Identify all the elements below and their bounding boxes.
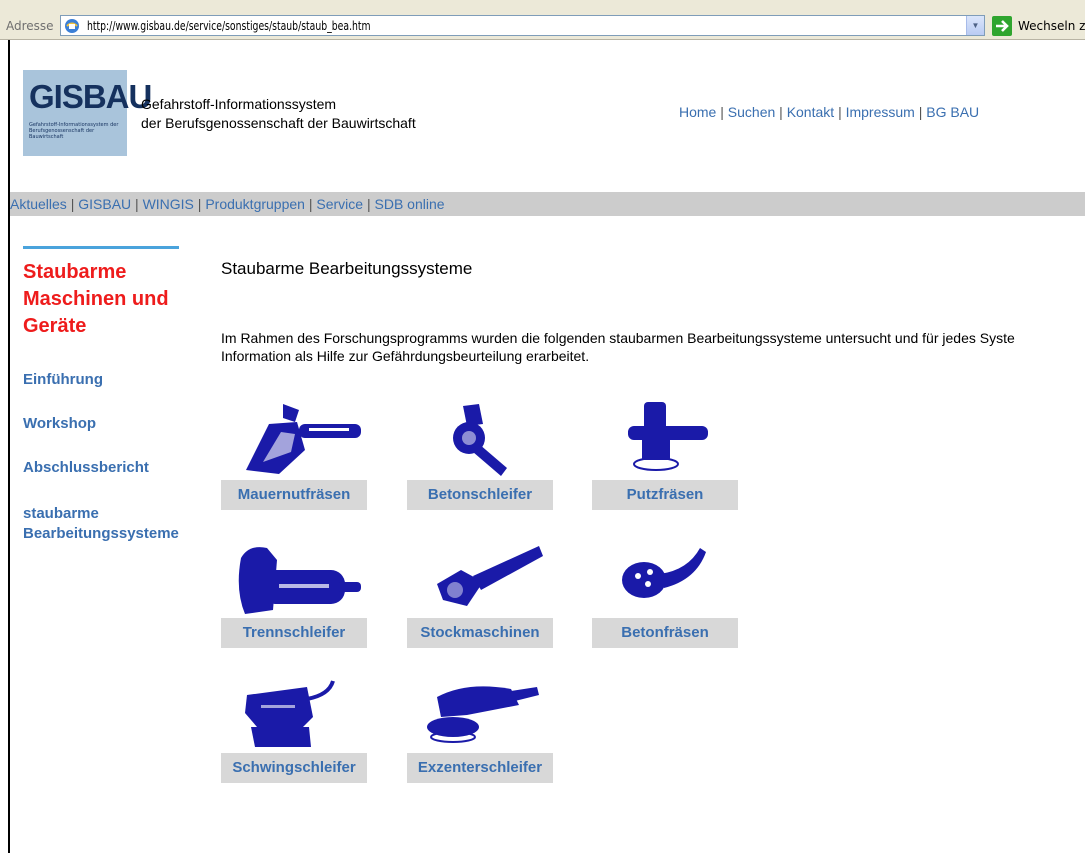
go-button-label[interactable]: Wechseln z [1018, 19, 1085, 33]
separator: | [70, 196, 75, 212]
top-nav: Home | Suchen | Kontakt | Impressum | BG… [679, 104, 979, 120]
main-nav-service[interactable]: Service [316, 196, 363, 212]
eccentric-sander-icon [427, 686, 539, 743]
tool-label[interactable]: Mauernutfräsen [221, 480, 367, 510]
separator: | [918, 104, 923, 120]
separator: | [720, 104, 724, 120]
tool-trennschleifer[interactable]: Trennschleifer [221, 540, 367, 648]
tool-label[interactable]: Exzenterschleifer [407, 753, 553, 783]
tool-putzfraesen[interactable]: Putzfräsen [592, 402, 738, 510]
nav-bgbau-link[interactable]: BG BAU [926, 104, 979, 120]
main-nav-bar: Aktuelles | GISBAU | WINGIS | Produktgru… [10, 192, 1085, 216]
tool-label[interactable]: Betonschleifer [407, 480, 553, 510]
plaster-mill-icon [628, 402, 708, 471]
gisbau-logo[interactable]: GISBAU Gefahrstoff-Informationssystem de… [23, 70, 152, 156]
nav-home-link[interactable]: Home [679, 104, 716, 120]
address-input[interactable]: http://www.gisbau.de/service/sonstiges/s… [60, 15, 985, 36]
page-title: Staubarme Bearbeitungssysteme [221, 259, 473, 278]
nav-imprint-link[interactable]: Impressum [846, 104, 915, 120]
main-nav-links: Aktuelles | GISBAU | WINGIS | Produktgru… [10, 196, 445, 212]
site-title: Gefahrstoff-Informationssystem der Beruf… [141, 95, 416, 133]
nav-search-link[interactable]: Suchen [728, 104, 775, 120]
sidebar-item-workshop[interactable]: Workshop [23, 415, 96, 432]
separator: | [779, 104, 783, 120]
main-nav-gisbau[interactable]: GISBAU [78, 196, 131, 212]
tool-betonschleifer[interactable]: Betonschleifer [407, 402, 553, 510]
address-url[interactable]: http://www.gisbau.de/service/sonstiges/s… [87, 19, 371, 33]
tool-label[interactable]: Betonfräsen [592, 618, 738, 648]
sidebar-item-bearbeitungssysteme[interactable]: staubarme Bearbeitungssysteme [23, 504, 193, 544]
site-title-line-1: Gefahrstoff-Informationssystem [141, 96, 337, 112]
go-arrow-icon[interactable] [992, 16, 1012, 36]
sidebar-item-einfuehrung[interactable]: Einführung [23, 371, 103, 388]
ie-page-icon [65, 19, 79, 33]
concrete-grinder-icon [453, 404, 507, 476]
concrete-mill-icon [622, 548, 706, 598]
main-nav-produktgruppen[interactable]: Produktgruppen [205, 196, 305, 212]
logo-text: GISBAU [29, 78, 152, 115]
sidebar-divider [23, 246, 179, 249]
bush-hammer-icon [437, 546, 543, 606]
address-label: Adresse [6, 19, 54, 33]
tool-schwingschleifer[interactable]: Schwingschleifer [221, 675, 367, 783]
intro-line-1: Im Rahmen des Forschungsprogramms wurden… [221, 330, 1015, 346]
browser-address-bar: Adresse http://www.gisbau.de/service/son… [0, 0, 1085, 40]
separator: | [838, 104, 842, 120]
separator: | [197, 196, 202, 212]
nav-contact-link[interactable]: Kontakt [787, 104, 834, 120]
tool-betonfraesen[interactable]: Betonfräsen [592, 540, 738, 648]
tool-label[interactable]: Trennschleifer [221, 618, 367, 648]
intro-text: Im Rahmen des Forschungsprogramms wurden… [221, 329, 1085, 365]
site-title-line-2: der Berufsgenossenschaft der Bauwirtscha… [141, 115, 416, 131]
separator: | [308, 196, 313, 212]
sidebar-item-abschlussbericht[interactable]: Abschlussbericht [23, 459, 149, 476]
chevron-down-icon[interactable]: ▼ [966, 16, 984, 35]
main-nav-wingis[interactable]: WINGIS [143, 196, 194, 212]
intro-line-2: Information als Hilfe zur Gefährdungsbeu… [221, 348, 590, 364]
separator: | [366, 196, 371, 212]
sidebar-heading: Staubarme Maschinen und Geräte [23, 261, 169, 337]
tool-label[interactable]: Schwingschleifer [221, 753, 367, 783]
tool-label[interactable]: Stockmaschinen [407, 618, 553, 648]
tool-stockmaschinen[interactable]: Stockmaschinen [407, 540, 553, 648]
wall-chaser-icon [246, 404, 361, 474]
main-nav-aktuelles[interactable]: Aktuelles [10, 196, 67, 212]
cut-off-grinder-icon [238, 547, 361, 614]
window-border [8, 40, 10, 853]
tool-mauernutfraesen[interactable]: Mauernutfräsen [221, 402, 367, 510]
tool-label[interactable]: Putzfräsen [592, 480, 738, 510]
logo-subtitle: Gefahrstoff-Informationssystem der Beruf… [29, 122, 119, 140]
main-nav-sdb-online[interactable]: SDB online [375, 196, 445, 212]
tool-exzenterschleifer[interactable]: Exzenterschleifer [407, 675, 553, 783]
orbital-sander-icon [245, 680, 335, 747]
separator: | [135, 196, 139, 212]
